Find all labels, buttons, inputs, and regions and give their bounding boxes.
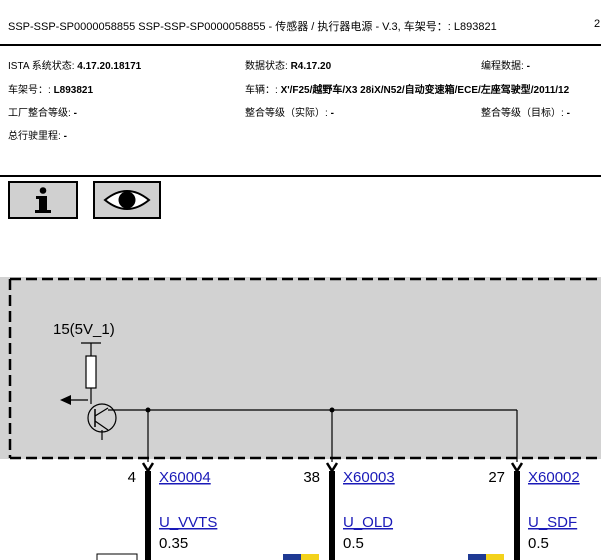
resistor <box>85 355 97 389</box>
wire-color-swatch <box>283 554 301 560</box>
connector-pin <box>325 462 339 474</box>
signal-link[interactable]: U_OLD <box>343 514 393 531</box>
wire-size: 0.5 <box>528 535 549 552</box>
wire-color-swatch <box>96 553 138 560</box>
signal-link[interactable]: U_VVTS <box>159 514 217 531</box>
wire-color-swatch <box>486 554 504 560</box>
wire-size: 0.5 <box>343 535 364 552</box>
supply-label: 15(5V_1) <box>53 321 115 338</box>
wiring-diagram: 15(5V_1) 4 X60004 U_VVTS 0.35 38 X60003 … <box>0 277 601 560</box>
wire-color-swatch <box>468 554 486 560</box>
connector-pin <box>141 462 155 474</box>
pin-number: 27 <box>488 469 505 486</box>
signal-link[interactable]: U_SDF <box>528 514 577 531</box>
connector-link[interactable]: X60004 <box>159 469 211 486</box>
wire-size: 0.35 <box>159 535 188 552</box>
pin-number: 4 <box>128 469 136 486</box>
pin-number: 38 <box>303 469 320 486</box>
wire-color-swatch <box>301 554 319 560</box>
connector-link[interactable]: X60002 <box>528 469 580 486</box>
connector-link[interactable]: X60003 <box>343 469 395 486</box>
connector-pin <box>510 462 524 474</box>
